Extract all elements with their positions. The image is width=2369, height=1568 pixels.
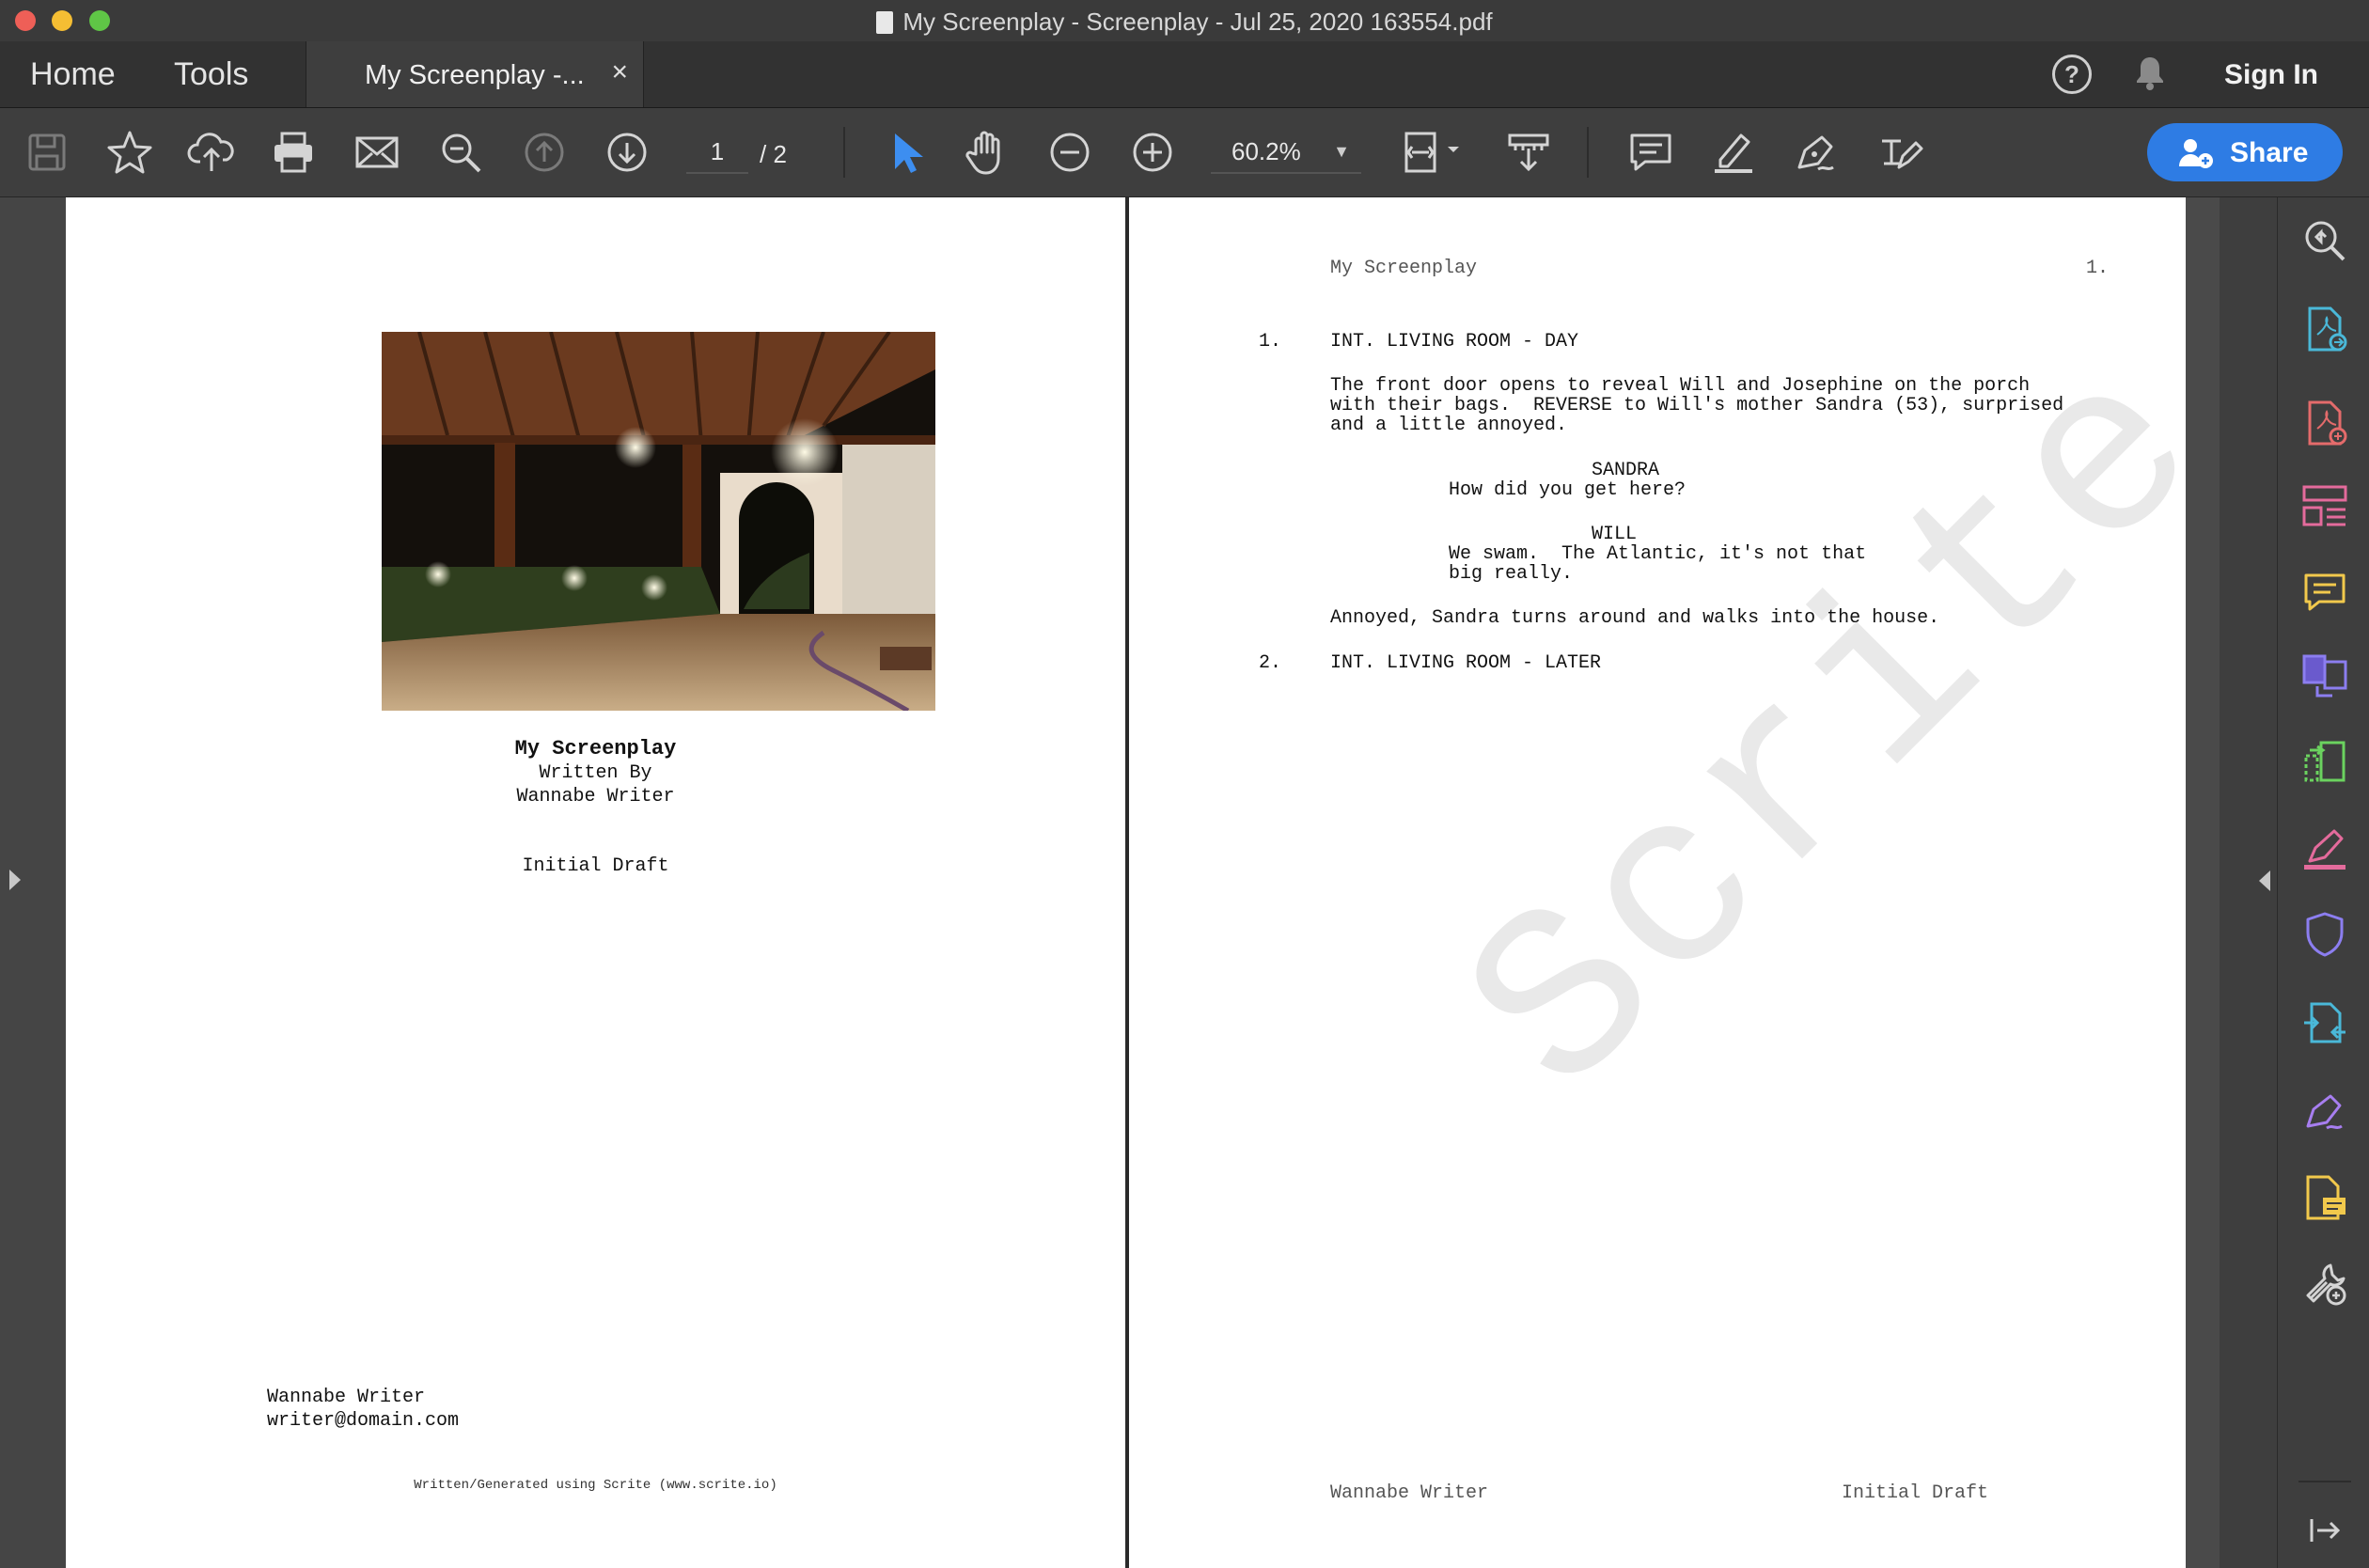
- notification-bell-icon[interactable]: [2134, 55, 2166, 97]
- scene-number: 1.: [1259, 331, 1282, 353]
- share-button-label: Share: [2230, 137, 2309, 168]
- panel-divider: [2298, 1481, 2351, 1482]
- share-button[interactable]: Share: [2147, 123, 2343, 181]
- page-number-input[interactable]: 1: [686, 131, 748, 174]
- zoom-out-icon[interactable]: [1043, 126, 1096, 179]
- comment-icon[interactable]: [2298, 566, 2351, 619]
- organize-pages-icon[interactable]: [2298, 479, 2351, 532]
- fill-sign-icon[interactable]: [2298, 823, 2351, 876]
- character-name: WILL: [1592, 524, 1638, 545]
- upload-cloud-icon[interactable]: [185, 126, 238, 179]
- contact-name: Wannabe Writer: [267, 1387, 426, 1408]
- draw-pen-icon[interactable]: [1790, 126, 1843, 179]
- scene-heading: INT. LIVING ROOM - LATER: [1330, 652, 1602, 674]
- dialogue-line: big really.: [1449, 563, 1574, 585]
- toolbar-divider: [843, 127, 845, 178]
- protect-icon[interactable]: [2298, 908, 2351, 961]
- expand-left-panel-icon[interactable]: [9, 870, 21, 890]
- contact-email: writer@domain.com: [267, 1410, 460, 1432]
- sign-icon[interactable]: [2298, 1085, 2351, 1137]
- generator-footer: Written/Generated using Scrite (www.scri…: [414, 1478, 777, 1493]
- add-person-icon: [2177, 134, 2215, 180]
- pdf-document-icon: [876, 11, 894, 34]
- collapse-panel-icon[interactable]: [2298, 1504, 2351, 1557]
- chevron-down-icon: ▼: [1333, 142, 1350, 161]
- edit-text-icon[interactable]: [1873, 126, 1925, 179]
- page-total: / 2: [760, 140, 787, 168]
- zoom-level-select[interactable]: 60.2% ▼: [1211, 131, 1361, 174]
- tab-bar: Home Tools My Screenplay -... × ? Sign I…: [0, 41, 2369, 108]
- convert-icon[interactable]: [2298, 996, 2351, 1049]
- email-icon[interactable]: [351, 126, 403, 179]
- window-title-text: My Screenplay - Screenplay - Jul 25, 202…: [902, 8, 1493, 36]
- nav-tools[interactable]: Tools: [174, 56, 248, 93]
- more-tools-icon[interactable]: [2298, 1258, 2351, 1310]
- previous-page-icon[interactable]: [518, 126, 571, 179]
- compress-icon[interactable]: [2298, 735, 2351, 788]
- export-pdf-icon[interactable]: [2298, 303, 2351, 355]
- sign-in-link[interactable]: Sign In: [2224, 59, 2318, 91]
- title-page-title: My Screenplay: [514, 737, 677, 760]
- print-icon[interactable]: [267, 126, 320, 179]
- zoom-in-icon[interactable]: [1126, 126, 1179, 179]
- page-footer-author: Wannabe Writer: [1330, 1482, 1489, 1504]
- title-page-draft: Initial Draft: [522, 855, 669, 877]
- action-line: The front door opens to reveal Will and …: [1330, 375, 2031, 397]
- select-cursor-icon[interactable]: [880, 126, 933, 179]
- left-panel-collapsed[interactable]: [0, 197, 66, 1568]
- right-tools-panel: [2277, 197, 2369, 1568]
- dialogue-line: We swam. The Atlantic, it's not that: [1449, 543, 1867, 565]
- toolbar-divider: [1587, 127, 1589, 178]
- collapse-arrow-icon[interactable]: [2259, 870, 2270, 891]
- title-page-written-by: Written By: [539, 762, 652, 784]
- tab-document-label: My Screenplay -...: [365, 60, 585, 90]
- save-icon[interactable]: [21, 126, 73, 179]
- tab-document[interactable]: My Screenplay -... ×: [306, 41, 644, 107]
- pdf-page-1: My Screenplay Written By Wannabe Writer …: [66, 197, 1125, 1568]
- action-line: with their bags. REVERSE to Will's mothe…: [1330, 395, 2064, 416]
- page-footer-draft: Initial Draft: [1842, 1482, 1989, 1504]
- dialogue-line: How did you get here?: [1449, 479, 1687, 501]
- tab-close-icon[interactable]: ×: [611, 56, 628, 88]
- title-page-photo: [382, 332, 935, 711]
- main-toolbar: 1 / 2 60.2% ▼ Share: [0, 108, 2369, 197]
- vertical-scrollbar[interactable]: [2186, 197, 2220, 1568]
- window-titlebar: My Screenplay - Screenplay - Jul 25, 202…: [0, 0, 2369, 42]
- bookmark-star-icon[interactable]: [103, 126, 156, 179]
- scene-number: 2.: [1259, 652, 1282, 674]
- scene-heading: INT. LIVING ROOM - DAY: [1330, 331, 1579, 353]
- character-name: SANDRA: [1592, 460, 1660, 481]
- action-line: Annoyed, Sandra turns around and walks i…: [1330, 607, 1940, 629]
- nav-home[interactable]: Home: [30, 56, 116, 93]
- hand-pan-icon[interactable]: [961, 126, 1013, 179]
- highlight-icon[interactable]: [1707, 126, 1760, 179]
- zoom-level-value: 60.2%: [1232, 137, 1301, 165]
- title-page-author: Wannabe Writer: [516, 786, 675, 808]
- comment-icon[interactable]: [1624, 126, 1677, 179]
- next-page-icon[interactable]: [601, 126, 653, 179]
- zoom-search-icon[interactable]: [2298, 214, 2351, 267]
- create-pdf-icon[interactable]: [2298, 397, 2351, 449]
- fit-page-icon[interactable]: [1399, 126, 1465, 179]
- page-header-title: My Screenplay: [1330, 258, 1478, 279]
- window-title: My Screenplay - Screenplay - Jul 25, 202…: [0, 8, 2369, 37]
- right-gutter: [2186, 197, 2277, 1568]
- search-zoom-icon[interactable]: [434, 126, 487, 179]
- action-line: and a little annoyed.: [1330, 415, 1568, 436]
- scroll-mode-icon[interactable]: [1502, 126, 1555, 179]
- page-header-number: 1.: [2086, 258, 2110, 279]
- help-icon[interactable]: ?: [2052, 55, 2092, 94]
- send-for-comments-icon[interactable]: [2298, 1171, 2351, 1224]
- pdf-page-2: Scrite My Screenplay 1. 1. INT. LIVING R…: [1129, 197, 2261, 1568]
- combine-files-icon[interactable]: [2298, 649, 2351, 701]
